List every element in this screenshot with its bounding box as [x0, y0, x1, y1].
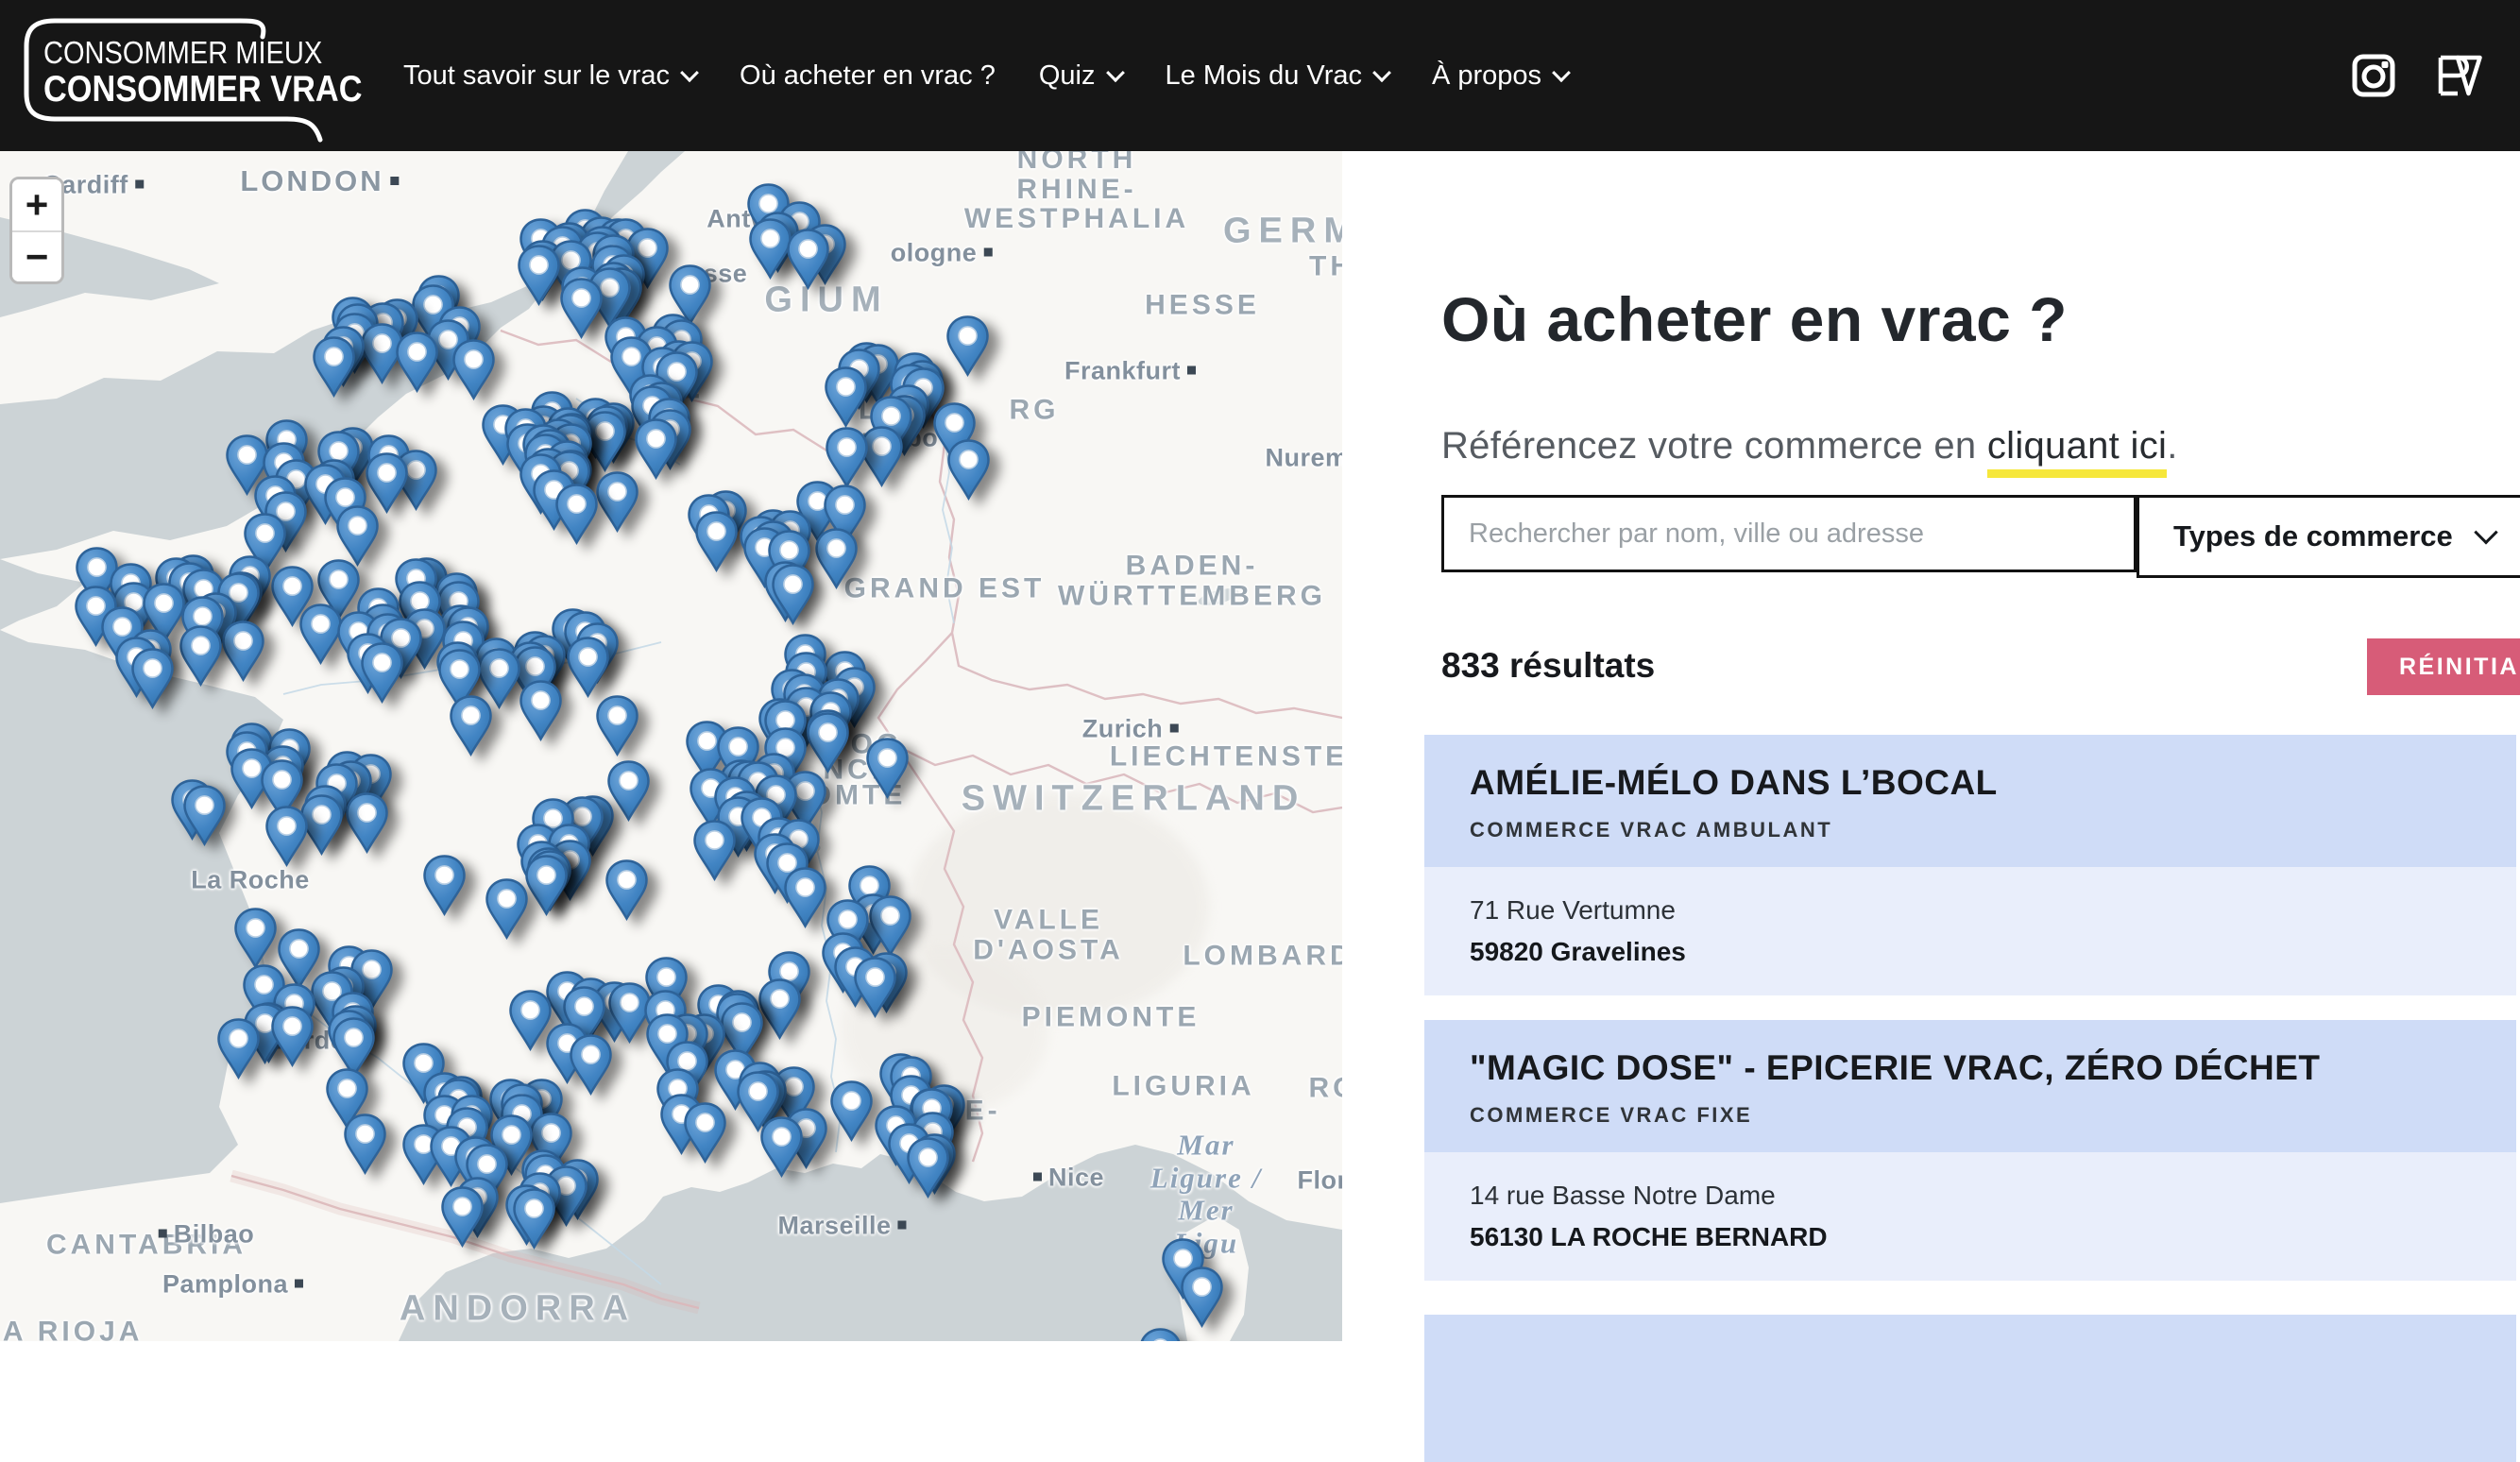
- store-map-pin[interactable]: [806, 711, 850, 774]
- store-address: 71 Rue Vertumne: [1470, 895, 2478, 926]
- store-map-pin[interactable]: [634, 417, 678, 480]
- result-card-body: 14 rue Basse Notre Dame 56130 LA ROCHE BE…: [1424, 1152, 2516, 1281]
- chevron-down-icon: [1552, 63, 1571, 82]
- referencing-text: Référencez votre commerce en cliquant ic…: [1441, 425, 2178, 468]
- store-map-pin[interactable]: [786, 228, 830, 290]
- page-title: Où acheter en vrac ?: [1441, 283, 2068, 355]
- logo-line-1: CONSOMMER MIEUX: [43, 35, 322, 71]
- store-map-pin[interactable]: [554, 483, 599, 545]
- store-map-pin[interactable]: [865, 737, 910, 799]
- store-map-pin[interactable]: [566, 636, 610, 698]
- chevron-down-icon: [1106, 63, 1125, 82]
- result-card-body: 71 Rue Vertumne 59820 Gravelines: [1424, 867, 2516, 995]
- types-de-commerce-dropdown[interactable]: Types de commerce: [2137, 495, 2520, 578]
- chevron-down-icon: [680, 63, 699, 82]
- main-nav: Tout savoir sur le vrac Où acheter en vr…: [403, 60, 1568, 92]
- lake-constance: [1197, 586, 1240, 609]
- store-map-pin[interactable]: [1138, 1327, 1183, 1341]
- store-map-pin[interactable]: [683, 1101, 727, 1164]
- store-map-pin[interactable]: [946, 438, 991, 501]
- store-map-pin[interactable]: [783, 866, 827, 928]
- search-filter-row: Types de commerce: [1441, 495, 2520, 578]
- logo-line-2: CONSOMMER VRAC: [43, 69, 362, 110]
- map-zoom-control: + −: [9, 177, 64, 284]
- store-map-pin[interactable]: [182, 784, 227, 846]
- store-type: COMMERCE VRAC AMBULANT: [1470, 818, 2478, 842]
- result-card[interactable]: AMÉLIE-MÉLO DANS L’BOCAL COMMERCE VRAC AM…: [1424, 735, 2516, 995]
- result-card[interactable]: "MAGIC DOSE" - EPICERIE VRAC, ZÉRO DÉCHE…: [1424, 1020, 2516, 1281]
- store-map-pin[interactable]: [343, 1113, 387, 1175]
- store-map-pin[interactable]: [395, 331, 439, 393]
- instagram-icon[interactable]: [2352, 54, 2395, 97]
- results-count: 833 résultats: [1441, 646, 1655, 686]
- store-map-pin[interactable]: [569, 1033, 613, 1096]
- result-card[interactable]: [1424, 1315, 2516, 1462]
- store-map-pin[interactable]: [519, 679, 563, 741]
- store-map-pin[interactable]: [524, 854, 569, 916]
- top-navigation-bar: CONSOMMER MIEUX CONSOMMER VRAC Tout savo…: [0, 0, 2520, 151]
- store-map-pin[interactable]: [179, 624, 223, 687]
- store-map-pin[interactable]: [814, 527, 859, 589]
- reset-filters-button[interactable]: RÉINITIAL: [2367, 638, 2520, 695]
- store-map-pin[interactable]: [264, 805, 309, 867]
- store-name: AMÉLIE-MÉLO DANS L’BOCAL: [1470, 763, 2478, 803]
- store-map-pin[interactable]: [829, 1080, 874, 1142]
- store-map-pin[interactable]: [449, 694, 493, 756]
- store-map-pin[interactable]: [1180, 1266, 1224, 1328]
- store-map-pin[interactable]: [130, 647, 175, 709]
- store-name: "MAGIC DOSE" - EPICERIE VRAC, ZÉRO DÉCHE…: [1470, 1048, 2478, 1088]
- store-map-pin[interactable]: [233, 907, 278, 969]
- store-map-pin[interactable]: [759, 1115, 804, 1178]
- store-map-pin[interactable]: [692, 819, 737, 881]
- store-map-pin[interactable]: [824, 366, 868, 428]
- store-type: COMMERCE VRAC FIXE: [1470, 1103, 2478, 1128]
- zoom-out-button[interactable]: −: [12, 230, 61, 281]
- reseau-vrac-icon[interactable]: [2435, 54, 2482, 97]
- store-map-pin[interactable]: [771, 563, 815, 625]
- store-map-pin[interactable]: [422, 854, 467, 916]
- nav-item-a-propos[interactable]: À propos: [1432, 60, 1568, 92]
- result-card-header: "MAGIC DOSE" - EPICERIE VRAC, ZÉRO DÉCHE…: [1424, 1020, 2516, 1152]
- nav-item-ou-acheter[interactable]: Où acheter en vrac ?: [740, 60, 996, 92]
- store-map-pin[interactable]: [512, 1187, 556, 1250]
- store-map-pin[interactable]: [440, 1185, 485, 1248]
- store-map-pin[interactable]: [216, 1017, 261, 1080]
- store-locator-map[interactable]: CardiffLONDONAntwesseologneNORTH RHINE- …: [0, 151, 1342, 1341]
- store-map-pin[interactable]: [517, 244, 561, 306]
- store-map-pin[interactable]: [451, 338, 496, 400]
- store-map-pin[interactable]: [595, 470, 639, 533]
- store-map-pin[interactable]: [312, 335, 356, 398]
- nav-item-tout-savoir[interactable]: Tout savoir sur le vrac: [403, 60, 696, 92]
- results-panel: Où acheter en vrac ? Référencez votre co…: [1424, 151, 2520, 1341]
- dropdown-label: Types de commerce: [2173, 519, 2453, 553]
- store-city: 56130 LA ROCHE BERNARD: [1470, 1222, 2478, 1252]
- cliquant-ici-link[interactable]: cliquant ici: [1987, 425, 2167, 467]
- store-map-pin[interactable]: [595, 694, 639, 756]
- chevron-down-icon: [1372, 63, 1391, 82]
- store-map-pin[interactable]: [485, 877, 529, 940]
- search-input[interactable]: [1441, 495, 2137, 572]
- store-map-pin[interactable]: [604, 858, 649, 921]
- site-logo[interactable]: CONSOMMER MIEUX CONSOMMER VRAC: [15, 14, 341, 137]
- store-map-pin[interactable]: [270, 1005, 315, 1067]
- result-card-header: [1424, 1315, 2516, 1462]
- store-map-pin[interactable]: [853, 956, 897, 1018]
- store-city: 59820 Gravelines: [1470, 937, 2478, 967]
- nav-item-quiz[interactable]: Quiz: [1039, 60, 1122, 92]
- store-map-pin[interactable]: [694, 510, 739, 572]
- chevron-down-icon: [2474, 520, 2497, 544]
- nav-item-mois-du-vrac[interactable]: Le Mois du Vrac: [1166, 60, 1388, 92]
- store-address: 14 rue Basse Notre Dame: [1470, 1181, 2478, 1211]
- store-map-pin[interactable]: [945, 314, 990, 377]
- zoom-in-button[interactable]: +: [12, 179, 61, 230]
- result-card-header: AMÉLIE-MÉLO DANS L’BOCAL COMMERCE VRAC AM…: [1424, 735, 2516, 867]
- store-map-pin[interactable]: [758, 978, 802, 1040]
- store-map-pin[interactable]: [559, 277, 604, 339]
- store-map-pin[interactable]: [360, 641, 404, 704]
- store-map-pin[interactable]: [906, 1136, 950, 1198]
- store-map-pin[interactable]: [345, 791, 389, 854]
- store-map-pin[interactable]: [221, 620, 265, 682]
